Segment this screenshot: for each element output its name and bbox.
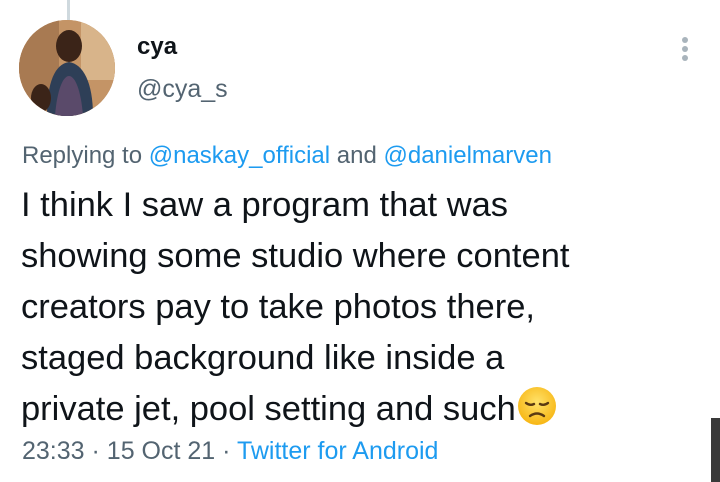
- tweet-text-line: creators pay to take photos there,: [21, 288, 535, 326]
- author-handle[interactable]: @cya_s: [137, 75, 228, 103]
- mention-link-danielmarven[interactable]: @danielmarven: [384, 142, 552, 169]
- author-display-name[interactable]: cya: [137, 33, 177, 61]
- tweet-text-line-last: private jet, pool setting and such: [21, 384, 701, 441]
- more-dot: [682, 37, 688, 43]
- tweet-source-link[interactable]: Twitter for Android: [237, 437, 438, 465]
- tweet-text-line-content: private jet, pool setting and such: [21, 390, 516, 428]
- replying-to-line: Replying to @naskay_official and @daniel…: [22, 141, 552, 171]
- tweet-text-line: I think I saw a program that was: [21, 186, 509, 224]
- replying-to-label: Replying to: [22, 142, 143, 169]
- tweet-text: I think I saw a program that was showing…: [21, 180, 701, 441]
- avatar[interactable]: [19, 20, 115, 116]
- meta-separator: ·: [91, 437, 100, 465]
- tweet-text-line: staged background like inside a: [21, 339, 505, 377]
- more-dot: [682, 55, 688, 61]
- screen-edge-scrollbar: [711, 418, 720, 482]
- tweet-date[interactable]: 15 Oct 21: [107, 437, 215, 465]
- mention-link-naskay[interactable]: @naskay_official: [149, 142, 330, 169]
- tweet-meta: 23:33 · 15 Oct 21 · Twitter for Android: [22, 436, 438, 466]
- more-vertical-icon[interactable]: [672, 34, 698, 64]
- meta-separator: ·: [222, 437, 231, 465]
- tweet-text-line: showing some studio where content: [21, 237, 570, 275]
- thread-connector-line: [67, 0, 70, 20]
- more-dot: [682, 46, 688, 52]
- replying-to-joiner: and: [336, 142, 377, 169]
- tweet-time[interactable]: 23:33: [22, 437, 85, 465]
- disappointed-face-emoji-icon: [517, 386, 557, 441]
